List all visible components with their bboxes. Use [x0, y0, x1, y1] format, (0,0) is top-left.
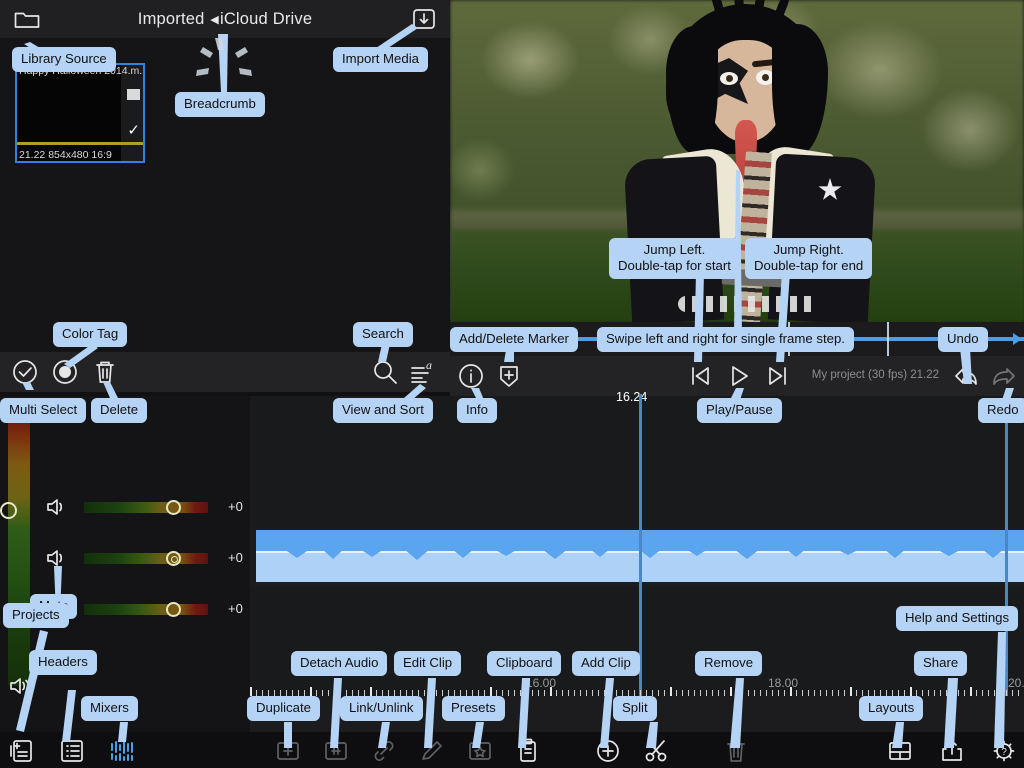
callout-view-and-sort: View and Sort [333, 398, 433, 424]
callout-import-media: Import Media [333, 47, 428, 73]
callout-clipboard: Clipboard [487, 651, 562, 677]
callout-split: Split [613, 696, 657, 722]
callout-jump-left: Jump Left. Double-tap for start [609, 238, 740, 280]
callout-multi-select: Multi Select [0, 398, 87, 424]
callout-breadcrumb: Breadcrumb [175, 92, 265, 118]
callout-layouts: Layouts [859, 696, 924, 722]
callout-swipe-frame-step: Swipe left and right for single frame st… [597, 327, 854, 353]
callout-color-tag: Color Tag [53, 322, 128, 348]
callout-headers: Headers [29, 650, 97, 676]
callout-projects: Projects [3, 603, 69, 629]
callout-help-and-settings: Help and Settings [896, 606, 1019, 632]
callout-library-source: Library Source [12, 47, 116, 73]
mobile-video-editor-screen: Imported ◀iCloud Drive Happy Halloween 2… [0, 0, 1024, 768]
callout-jump-right: Jump Right. Double-tap for end [745, 238, 873, 280]
callout-mixers: Mixers [81, 696, 138, 722]
callout-search: Search [353, 322, 413, 348]
callout-add-delete-marker: Add/Delete Marker [450, 327, 578, 353]
callout-add-clip: Add Clip [572, 651, 640, 677]
callout-share: Share [914, 651, 968, 677]
callout-undo: Undo [938, 327, 988, 353]
callout-redo: Redo [978, 398, 1024, 424]
callout-link-unlink: Link/Unlink [340, 696, 423, 722]
callout-presets: Presets [442, 696, 505, 722]
callout-remove: Remove [695, 651, 763, 677]
callout-duplicate: Duplicate [247, 696, 320, 722]
callout-info: Info [457, 398, 497, 424]
callout-edit-clip: Edit Clip [394, 651, 462, 677]
callout-detach-audio: Detach Audio [291, 651, 388, 677]
callout-play-pause: Play/Pause [697, 398, 782, 424]
callout-delete: Delete [91, 398, 148, 424]
